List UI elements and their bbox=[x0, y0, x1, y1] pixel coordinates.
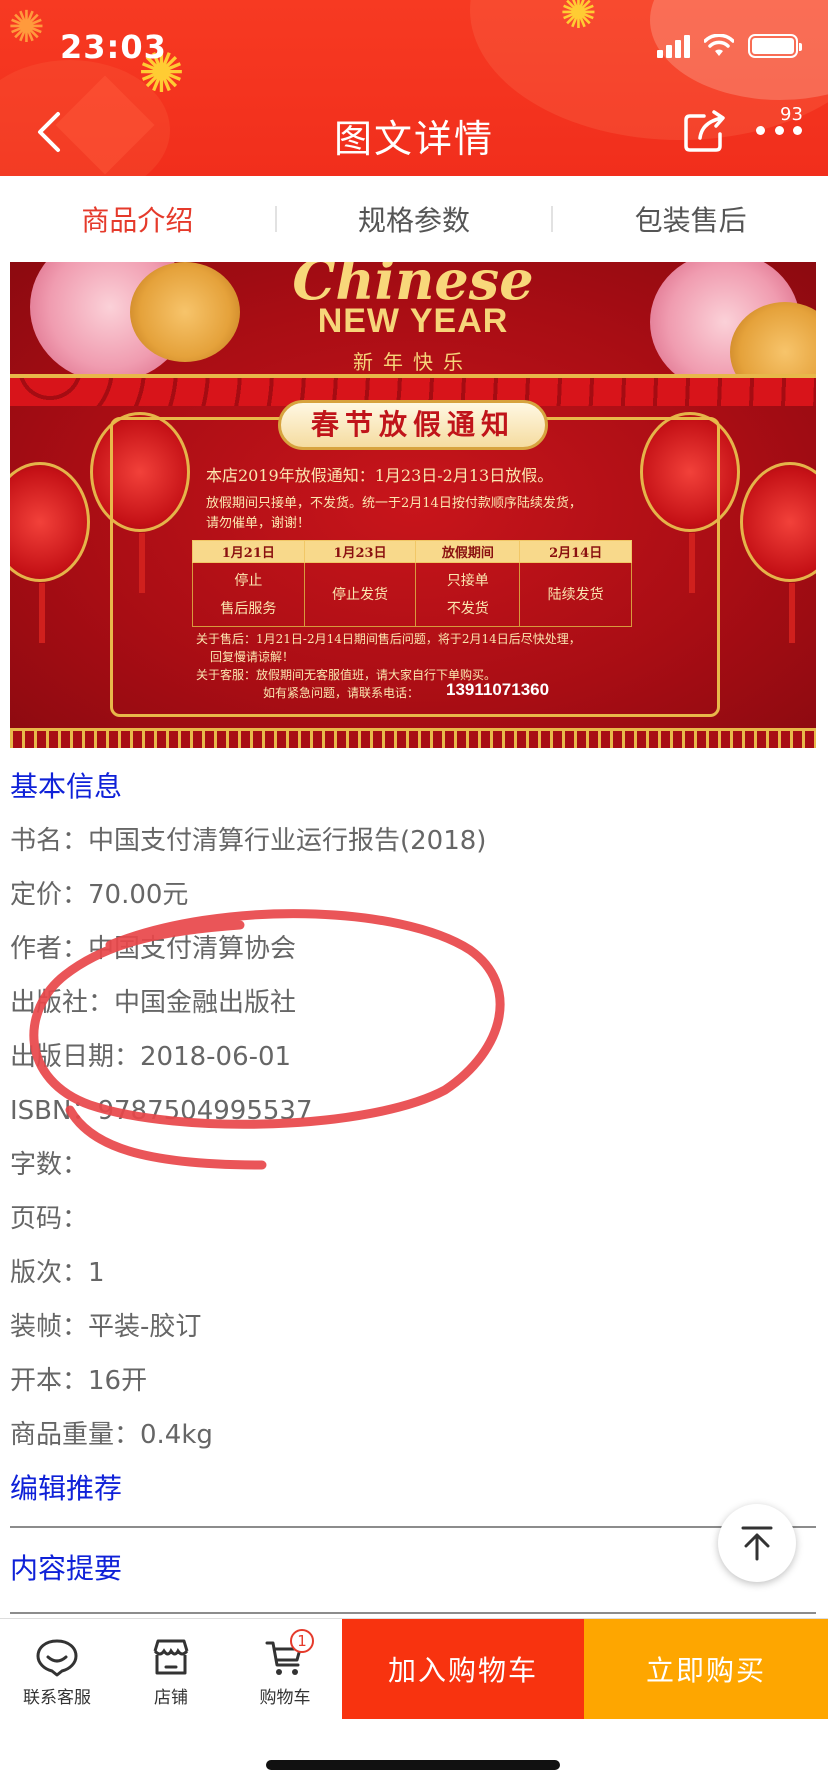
info-row-publisher: 出版社：中国金融出版社 bbox=[10, 988, 297, 1018]
customer-service-icon bbox=[36, 1639, 78, 1677]
customer-service-button[interactable]: 联系客服 bbox=[0, 1619, 114, 1718]
customer-service-label: 联系客服 bbox=[23, 1688, 91, 1708]
notice-table-header: 2月14日 bbox=[519, 540, 632, 563]
info-row-edition: 版次：1 bbox=[10, 1258, 105, 1288]
tab-bar: 商品介绍 规格参数 包装售后 bbox=[0, 176, 828, 262]
info-row-author: 作者：中国支付清算协会 bbox=[10, 934, 297, 964]
notice-table-cell: 陆续发货 bbox=[519, 562, 632, 627]
notice-title: 春节放假通知 bbox=[278, 400, 548, 450]
firework-icon: ✺ bbox=[8, 2, 45, 53]
app-header: ✺ ✺ ✺ 23:03 图文详情 93 bbox=[0, 0, 828, 176]
notice-table-header: 放假期间 bbox=[415, 540, 521, 563]
info-row-price: 定价：70.00元 bbox=[10, 880, 189, 910]
section-editor-recommendation: 编辑推荐 bbox=[10, 1472, 123, 1505]
cart-count-badge: 1 bbox=[290, 1629, 314, 1653]
info-row-publish-date: 出版日期：2018-06-01 bbox=[10, 1042, 292, 1072]
info-row-word-count: 字数： bbox=[10, 1150, 89, 1180]
notice-table: 1月21日 1月23日 放假期间 2月14日 停止 售后服务 停止发货 只接单 … bbox=[192, 540, 632, 627]
lantern-decoration bbox=[10, 462, 90, 643]
lantern-decoration bbox=[740, 462, 816, 643]
tab-product-intro[interactable]: 商品介绍 bbox=[0, 199, 275, 239]
holiday-notice-banner: Chinese NEW YEAR 新年快乐 春节放假通知 本店2019年放假通知… bbox=[10, 262, 816, 748]
notice-table-cell: 停止 售后服务 bbox=[192, 562, 305, 627]
info-row-title: 书名：中国支付清算行业运行报告(2018) bbox=[10, 826, 487, 856]
notice-line: 请勿催单，谢谢！ bbox=[206, 516, 311, 531]
tab-specifications[interactable]: 规格参数 bbox=[277, 199, 552, 239]
info-row-weight: 商品重量：0.4kg bbox=[10, 1420, 213, 1450]
bottom-action-bar: 联系客服 店铺 购物车 1 加入购物车 立即购买 bbox=[0, 1618, 828, 1719]
cellular-signal-icon bbox=[657, 34, 690, 58]
shop-icon bbox=[153, 1639, 189, 1675]
status-icons bbox=[657, 34, 802, 58]
notice-table-header: 1月21日 bbox=[192, 540, 305, 563]
shop-label: 店铺 bbox=[154, 1688, 188, 1708]
notice-line: 本店2019年放假通知：1月23日-2月13日放假。 bbox=[206, 466, 554, 485]
product-info: 基本信息 书名：中国支付清算行业运行报告(2018) 定价：70.00元 作者：… bbox=[10, 760, 818, 1516]
more-badge: 93 bbox=[780, 104, 803, 125]
back-to-top-button[interactable] bbox=[718, 1504, 796, 1582]
home-indicator[interactable] bbox=[266, 1760, 560, 1770]
info-row-isbn: ISBN：9787504995537 bbox=[10, 1096, 313, 1126]
info-row-format: 开本：16开 bbox=[10, 1366, 148, 1396]
notice-line: 关于售后：1月21日-2月14日期间售后问题，将于2月14日后尽快处理， bbox=[196, 632, 581, 646]
tab-packaging-aftersale[interactable]: 包装售后 bbox=[553, 199, 828, 239]
notice-line: 放假期间只接单，不发货。统一于2月14日按付款顺序陆续发货， bbox=[206, 496, 582, 511]
back-to-top-icon bbox=[741, 1526, 773, 1561]
notice-line: 如有紧急问题，请联系电话： bbox=[263, 686, 420, 700]
info-row-binding: 装帧：平装-胶订 bbox=[10, 1312, 202, 1342]
battery-icon bbox=[748, 34, 802, 58]
notice-table-header: 1月23日 bbox=[303, 540, 417, 563]
add-to-cart-button[interactable]: 加入购物车 bbox=[342, 1619, 584, 1719]
section-basic-info: 基本信息 bbox=[10, 770, 123, 803]
notice-line: 回复慢请谅解！ bbox=[210, 650, 295, 664]
info-row-page-count: 页码： bbox=[10, 1204, 89, 1234]
cart-button[interactable]: 购物车 1 bbox=[228, 1619, 342, 1718]
firework-icon: ✺ bbox=[560, 0, 597, 39]
section-content-summary: 内容提要 bbox=[10, 1552, 123, 1585]
banner-subheading: 新年快乐 bbox=[353, 350, 473, 374]
notice-table-cell: 只接单 不发货 bbox=[415, 562, 521, 627]
share-icon[interactable] bbox=[682, 108, 728, 154]
wifi-icon bbox=[704, 34, 734, 56]
banner-heading: NEW YEAR bbox=[317, 302, 509, 340]
shop-button[interactable]: 店铺 bbox=[114, 1619, 228, 1718]
notice-phone: 13911071360 bbox=[446, 680, 550, 699]
buy-now-button[interactable]: 立即购买 bbox=[584, 1619, 828, 1719]
cart-label: 购物车 bbox=[259, 1688, 311, 1708]
notice-table-cell: 停止发货 bbox=[303, 562, 417, 627]
section-divider bbox=[10, 1526, 816, 1528]
fret-border-decoration bbox=[10, 728, 816, 748]
section-divider bbox=[10, 1612, 816, 1614]
status-time: 23:03 bbox=[60, 28, 167, 66]
